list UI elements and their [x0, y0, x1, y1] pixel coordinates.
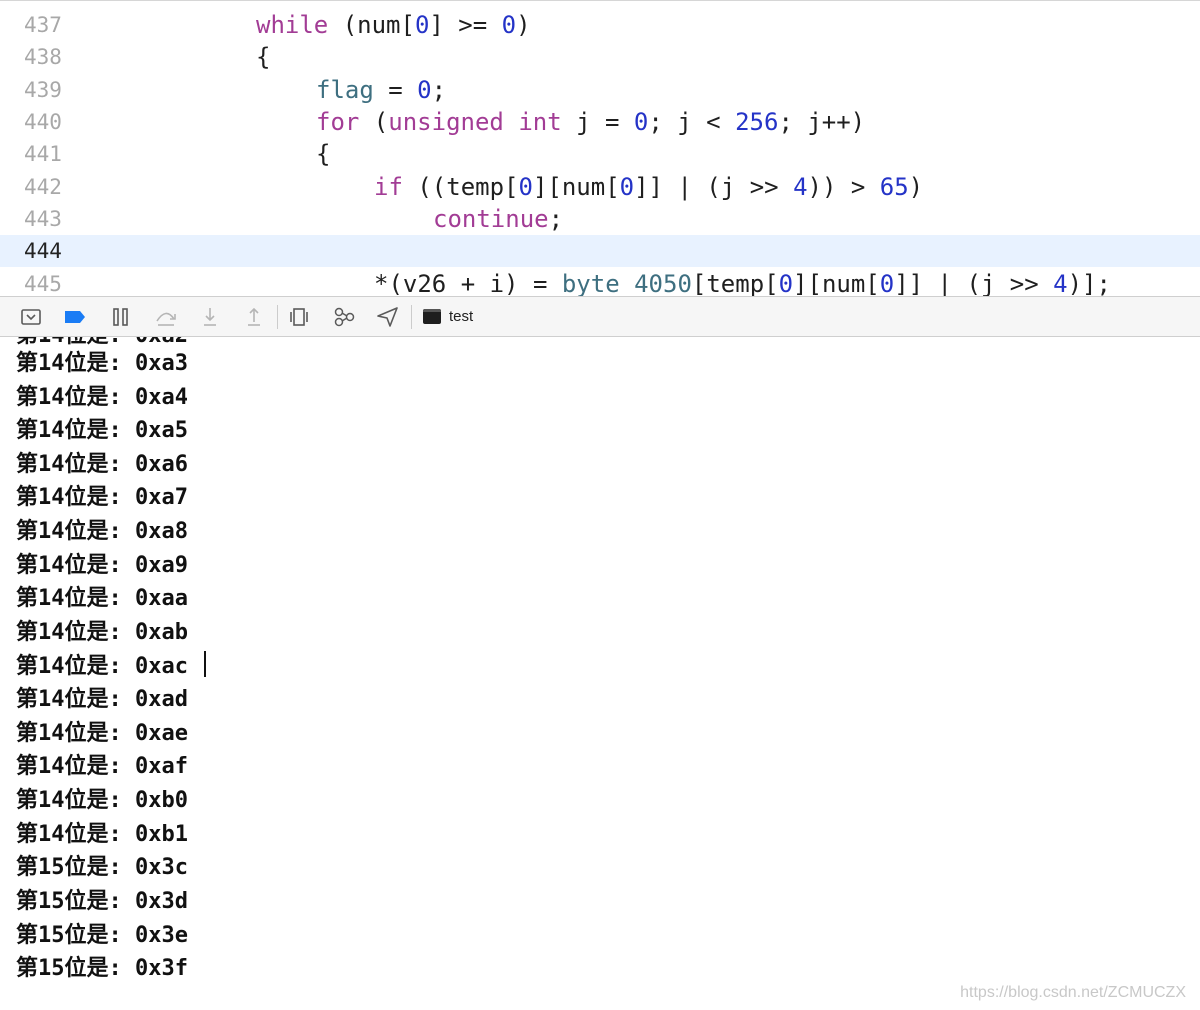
breakpoints-icon[interactable] [62, 305, 88, 329]
terminal-icon[interactable] [423, 309, 441, 324]
code-line[interactable]: 439 flag = 0; [0, 74, 1200, 106]
current-code-line[interactable]: 444 [0, 235, 1200, 267]
code-line[interactable]: 437 while (num[0] >= 0) [0, 9, 1200, 41]
code-text[interactable]: for (unsigned int j = 0; j < 256; j++) [316, 106, 865, 138]
console-line: 第14位是: 0xa7 [16, 485, 188, 510]
console-line: 第14位是: 0xa6 [16, 452, 188, 477]
text-cursor [204, 651, 206, 677]
view-debugger-icon[interactable] [286, 305, 312, 329]
console-line: 第14位是: 0xa8 [16, 519, 188, 544]
console-line: 第14位是: 0xa9 [16, 553, 188, 578]
line-number[interactable]: 444 [24, 235, 84, 267]
code-line[interactable]: 440 for (unsigned int j = 0; j < 256; j+… [0, 106, 1200, 138]
console-line: 第14位是: 0xa4 [16, 385, 188, 410]
console-line: 第15位是: 0x3c [16, 855, 188, 880]
console-line: 第14位是: 0xae [16, 721, 188, 746]
hide-console-icon[interactable] [18, 305, 44, 329]
console-line: 第14位是: 0xb0 [16, 788, 188, 813]
code-line[interactable]: 438 { [0, 41, 1200, 73]
console-line: 第14位是: 0xac [16, 654, 188, 679]
toolbar-divider [277, 305, 278, 329]
line-number[interactable]: 441 [24, 138, 84, 170]
line-number[interactable]: 442 [24, 171, 84, 203]
watermark: https://blog.csdn.net/ZCMUCZX [960, 984, 1186, 1001]
code-text[interactable]: { [256, 41, 270, 73]
line-number[interactable]: 445 [24, 268, 84, 297]
target-name[interactable]: test [449, 297, 473, 337]
line-number[interactable]: 439 [24, 74, 84, 106]
line-number[interactable]: 438 [24, 41, 84, 73]
code-text[interactable]: *(v26 + i) = byte_4050[temp[0][num[0]] |… [374, 268, 1111, 297]
line-number[interactable]: 437 [24, 9, 84, 41]
console-line: 第14位是: 0xaa [16, 586, 188, 611]
code-text[interactable]: if ((temp[0][num[0]] | (j >> 4)) > 65) [374, 171, 923, 203]
code-line[interactable]: 443 continue; [0, 203, 1200, 235]
step-into-icon[interactable] [197, 305, 223, 329]
code-text[interactable]: flag = 0; [316, 74, 446, 106]
memory-graph-icon[interactable] [331, 305, 357, 329]
code-line[interactable]: 441 { [0, 138, 1200, 170]
line-number[interactable]: 440 [24, 106, 84, 138]
console-line: 第14位是: 0xb1 [16, 822, 188, 847]
code-text[interactable]: while (num[0] >= 0) [256, 9, 531, 41]
console-line: 第14位是: 0xab [16, 620, 188, 645]
console-line: 第14位是: 0xa3 [16, 351, 188, 376]
pause-icon[interactable] [108, 305, 134, 329]
location-icon[interactable] [375, 305, 401, 329]
console-line: 第15位是: 0x3e [16, 923, 188, 948]
step-over-icon[interactable] [153, 305, 179, 329]
code-editor[interactable]: 437 while (num[0] >= 0) 438 { 439 flag =… [0, 0, 1200, 297]
code-line[interactable]: 442 if ((temp[0][num[0]] | (j >> 4)) > 6… [0, 171, 1200, 203]
console-line: 第14位是: 0xaf [16, 754, 188, 779]
step-out-icon[interactable] [241, 305, 267, 329]
console-line: 第14位是: 0xa5 [16, 418, 188, 443]
debug-console[interactable]: 第14位是: 0xa2 第14位是: 0xa3 第14位是: 0xa4 第14位… [0, 337, 1200, 1010]
code-line[interactable]: 445 *(v26 + i) = byte_4050[temp[0][num[0… [0, 268, 1200, 297]
console-line: 第15位是: 0x3f [16, 956, 188, 981]
line-number[interactable]: 443 [24, 203, 84, 235]
console-line: 第14位是: 0xad [16, 687, 188, 712]
toolbar-divider [411, 305, 412, 329]
code-text[interactable]: continue; [433, 203, 563, 235]
console-line: 第15位是: 0x3d [16, 889, 188, 914]
debug-toolbar: test [0, 296, 1200, 337]
code-text[interactable]: { [316, 138, 330, 170]
